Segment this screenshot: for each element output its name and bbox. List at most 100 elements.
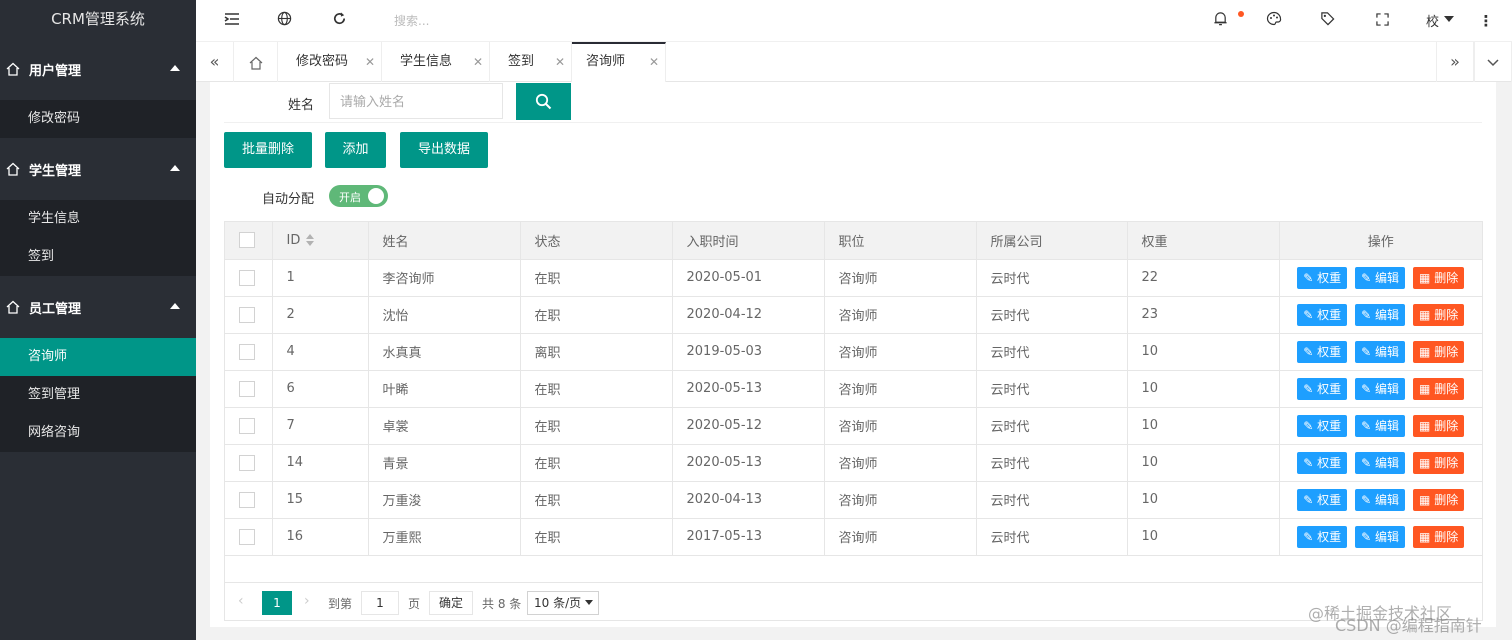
- cell-id: 6: [272, 370, 369, 408]
- cell-company: 云时代: [976, 370, 1128, 408]
- bell-icon[interactable]: [1210, 11, 1230, 31]
- close-icon[interactable]: ✕: [473, 42, 483, 82]
- batch-delete-button[interactable]: 批量删除: [224, 132, 312, 168]
- edit-button[interactable]: ✎ 编辑: [1355, 414, 1406, 437]
- goto-confirm-button[interactable]: 确定: [429, 591, 473, 615]
- tab-bar: « 修改密码 ✕ 学生信息 ✕ 签到 ✕ 咨询师 ✕ »: [196, 42, 1512, 82]
- tab-consultant[interactable]: 咨询师 ✕: [572, 42, 666, 82]
- row-checkbox[interactable]: [239, 528, 255, 545]
- column-header-name: 姓名: [368, 222, 521, 260]
- sort-icon[interactable]: [306, 234, 315, 247]
- search-button[interactable]: [516, 83, 571, 120]
- delete-button[interactable]: ▦ 删除: [1413, 266, 1465, 289]
- sidebar-group-student-management[interactable]: 学生管理: [0, 138, 196, 200]
- edit-button[interactable]: ✎ 编辑: [1355, 451, 1406, 474]
- weight-button[interactable]: ✎ 权重: [1297, 340, 1348, 363]
- page-current[interactable]: 1: [262, 591, 292, 615]
- row-select-cell: [225, 444, 273, 482]
- fullscreen-icon[interactable]: [1372, 11, 1392, 31]
- sidebar-item-sign-in[interactable]: 签到: [0, 238, 196, 276]
- auto-assign-toggle[interactable]: 开启: [329, 185, 388, 207]
- sidebar-item-online-consult[interactable]: 网络咨询: [0, 414, 196, 452]
- close-icon[interactable]: ✕: [365, 42, 375, 82]
- goto-page-input[interactable]: 1: [361, 591, 399, 615]
- menu-toggle-icon[interactable]: [222, 11, 242, 31]
- globe-icon[interactable]: [274, 11, 294, 31]
- cell-id: 2: [272, 296, 369, 334]
- row-checkbox[interactable]: [239, 343, 255, 360]
- row-checkbox[interactable]: [239, 417, 255, 434]
- edit-button[interactable]: ✎ 编辑: [1355, 303, 1406, 326]
- sidebar-item-sign-in-management[interactable]: 签到管理: [0, 376, 196, 414]
- cell-id: 7: [272, 407, 369, 445]
- weight-button[interactable]: ✎ 权重: [1297, 525, 1348, 548]
- row-checkbox[interactable]: [239, 380, 255, 397]
- select-all-checkbox[interactable]: [239, 232, 255, 249]
- weight-button[interactable]: ✎ 权重: [1297, 451, 1348, 474]
- tag-icon[interactable]: [1317, 11, 1337, 31]
- more-icon[interactable]: ⋮: [1476, 11, 1496, 31]
- close-icon[interactable]: ✕: [649, 44, 659, 80]
- sidebar: CRM管理系统 用户管理 修改密码 学生管理 学生信息 签到 员工管理 咨询师 …: [0, 0, 196, 640]
- button-label: 编辑: [1375, 270, 1400, 285]
- cell-hire-date: 2020-05-12: [672, 407, 825, 445]
- tab-menu-chevron-down-icon[interactable]: [1474, 42, 1512, 82]
- sidebar-group-staff-management[interactable]: 员工管理: [0, 276, 196, 338]
- delete-button[interactable]: ▦ 删除: [1413, 414, 1465, 437]
- palette-icon[interactable]: [1264, 11, 1284, 31]
- sidebar-group-label: 学生管理: [29, 163, 82, 179]
- pencil-icon: ✎: [1361, 381, 1376, 396]
- weight-button[interactable]: ✎ 权重: [1297, 414, 1348, 437]
- row-checkbox[interactable]: [239, 269, 255, 286]
- cell-status: 在职: [520, 407, 673, 445]
- sidebar-item-student-info[interactable]: 学生信息: [0, 200, 196, 238]
- sidebar-group-user-management[interactable]: 用户管理: [0, 38, 196, 100]
- tab-scroll-right-icon[interactable]: »: [1436, 42, 1474, 82]
- delete-button[interactable]: ▦ 删除: [1413, 340, 1465, 363]
- row-checkbox[interactable]: [239, 454, 255, 471]
- column-header-id[interactable]: ID: [272, 222, 369, 260]
- name-search-input[interactable]: [329, 83, 503, 119]
- delete-button[interactable]: ▦ 删除: [1413, 451, 1465, 474]
- add-button[interactable]: 添加: [325, 132, 386, 168]
- pencil-icon: ✎: [1303, 344, 1318, 359]
- weight-button[interactable]: ✎ 权重: [1297, 377, 1348, 400]
- cell-status: 在职: [520, 296, 673, 334]
- header-search-input[interactable]: 搜索...: [394, 12, 429, 29]
- weight-button[interactable]: ✎ 权重: [1297, 266, 1348, 289]
- delete-button[interactable]: ▦ 删除: [1413, 303, 1465, 326]
- page-size-select[interactable]: 10 条/页: [527, 591, 599, 615]
- tab-change-password[interactable]: 修改密码 ✕: [278, 42, 382, 82]
- sidebar-group-label: 用户管理: [29, 63, 82, 79]
- weight-button[interactable]: ✎ 权重: [1297, 303, 1348, 326]
- prev-page-icon[interactable]: ‹: [238, 593, 244, 609]
- tab-student-info[interactable]: 学生信息 ✕: [382, 42, 490, 82]
- edit-button[interactable]: ✎ 编辑: [1355, 266, 1406, 289]
- user-menu[interactable]: 校: [1426, 11, 1439, 30]
- delete-button[interactable]: ▦ 删除: [1413, 377, 1465, 400]
- pencil-icon: ✎: [1303, 307, 1318, 322]
- edit-button[interactable]: ✎ 编辑: [1355, 525, 1406, 548]
- next-page-icon[interactable]: ›: [304, 593, 310, 609]
- row-checkbox[interactable]: [239, 306, 255, 323]
- export-data-button[interactable]: 导出数据: [400, 132, 488, 168]
- row-actions-cell: ✎ 权重 ✎ 编辑 ▦ 删除: [1279, 481, 1482, 519]
- tab-scroll-left-icon[interactable]: «: [196, 42, 234, 82]
- cell-company: 云时代: [976, 333, 1128, 371]
- tab-home[interactable]: [234, 42, 278, 82]
- goto-label: 到第: [328, 597, 353, 611]
- sidebar-item-change-password[interactable]: 修改密码: [0, 100, 196, 138]
- edit-button[interactable]: ✎ 编辑: [1355, 377, 1406, 400]
- delete-button[interactable]: ▦ 删除: [1413, 525, 1465, 548]
- cell-status: 在职: [520, 444, 673, 482]
- cell-name: 李咨询师: [368, 259, 521, 297]
- edit-button[interactable]: ✎ 编辑: [1355, 340, 1406, 363]
- sidebar-item-consultant[interactable]: 咨询师: [0, 338, 196, 376]
- close-icon[interactable]: ✕: [555, 42, 565, 82]
- row-checkbox[interactable]: [239, 491, 255, 508]
- delete-button[interactable]: ▦ 删除: [1413, 488, 1465, 511]
- weight-button[interactable]: ✎ 权重: [1297, 488, 1348, 511]
- edit-button[interactable]: ✎ 编辑: [1355, 488, 1406, 511]
- tab-sign-in[interactable]: 签到 ✕: [490, 42, 572, 82]
- refresh-icon[interactable]: [329, 11, 349, 31]
